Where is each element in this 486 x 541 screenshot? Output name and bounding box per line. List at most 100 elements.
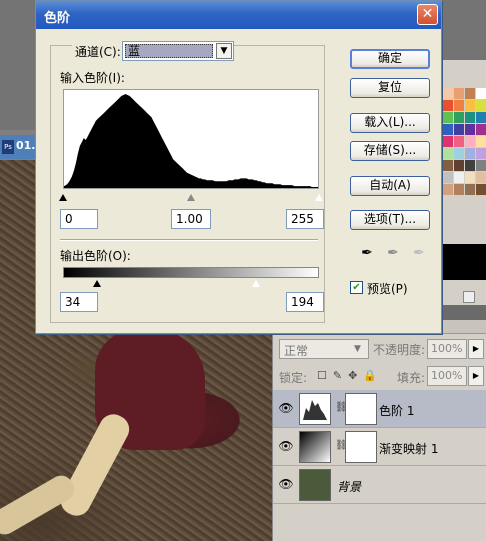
dialog-title-bar[interactable]: 色阶 (36, 1, 441, 29)
swatch[interactable] (465, 160, 475, 171)
ok-button[interactable]: 确定 (350, 49, 430, 69)
swatch[interactable] (443, 172, 453, 183)
layer-row-gradient-map[interactable]: 👁 ⛓ 渐变映射 1 (273, 428, 486, 466)
swatch[interactable] (465, 124, 475, 135)
input-black-field[interactable]: 0 (60, 209, 98, 229)
layer-name: 色阶 1 (379, 404, 415, 418)
swatch[interactable] (454, 184, 464, 195)
input-white-slider-handle[interactable] (315, 194, 323, 201)
options-button[interactable]: 选项(T)... (350, 210, 430, 230)
lock-move-icon[interactable]: ✥ (348, 369, 363, 382)
swatch[interactable] (454, 112, 464, 123)
swatch[interactable] (476, 184, 486, 195)
swatch[interactable] (476, 160, 486, 171)
swatch[interactable] (476, 100, 486, 111)
photoshop-icon: Ps (2, 140, 14, 154)
background-thumb (299, 469, 331, 501)
lock-brush-icon[interactable]: ✎ (333, 369, 348, 382)
input-black-slider-handle[interactable] (59, 194, 67, 201)
swatch[interactable] (476, 124, 486, 135)
load-button[interactable]: 载入(L)... (350, 113, 430, 133)
swatch[interactable] (443, 112, 453, 123)
swatch[interactable] (476, 136, 486, 147)
channel-select[interactable]: 蓝 ▼ (122, 41, 234, 61)
swatch-grid[interactable] (443, 88, 486, 268)
layer-name: 背景 (337, 480, 362, 494)
swatch[interactable] (465, 148, 475, 159)
output-levels-slider[interactable] (63, 280, 319, 290)
swatch[interactable] (465, 88, 475, 99)
swatch[interactable] (454, 124, 464, 135)
eye-icon[interactable]: 👁 (277, 401, 295, 415)
layer-mask-thumb[interactable] (345, 393, 377, 425)
swatch[interactable] (443, 88, 453, 99)
black-eyedropper-icon[interactable]: ✒ (356, 245, 378, 267)
channel-label: 通道(C): (72, 43, 124, 60)
fill-arrow-button[interactable]: ▶ (468, 366, 484, 386)
swatch[interactable] (465, 100, 475, 111)
swatch[interactable] (476, 172, 486, 183)
output-white-slider-handle[interactable] (252, 280, 260, 287)
input-white-field[interactable]: 255 (286, 209, 324, 229)
swatch[interactable] (443, 184, 453, 195)
separator (60, 239, 318, 241)
opacity-arrow-button[interactable]: ▶ (468, 339, 484, 359)
output-black-slider-handle[interactable] (93, 280, 101, 287)
gray-eyedropper-icon[interactable]: ✒ (382, 245, 404, 267)
chevron-down-icon[interactable]: ▼ (216, 43, 232, 59)
blend-mode-select[interactable]: 正常 ▼ (279, 339, 369, 359)
input-gamma-slider-handle[interactable] (187, 194, 195, 201)
layer-row-levels[interactable]: 👁 ⛓ 色阶 1 (273, 390, 486, 428)
input-levels-slider[interactable] (59, 194, 323, 204)
output-black-field[interactable]: 34 (60, 292, 98, 312)
close-icon[interactable]: ✕ (417, 4, 438, 25)
panel-new-icon[interactable] (463, 291, 475, 303)
photo-leg (55, 409, 135, 521)
swatch[interactable] (443, 160, 453, 171)
swatch[interactable] (476, 88, 486, 99)
document-tab[interactable]: Ps 01. (0, 135, 40, 159)
swatch[interactable] (454, 172, 464, 183)
swatch[interactable] (454, 88, 464, 99)
lock-transparent-icon[interactable]: ☐ (317, 369, 333, 382)
swatch[interactable] (454, 136, 464, 147)
swatch[interactable] (443, 124, 453, 135)
gradient-map-icon (299, 431, 331, 463)
swatch[interactable] (465, 172, 475, 183)
swatch[interactable] (465, 184, 475, 195)
fill-field[interactable]: 100% (427, 366, 467, 386)
swatch[interactable] (443, 136, 453, 147)
lock-icons[interactable]: ☐✎✥🔒 (317, 369, 383, 382)
preview-checkbox[interactable]: ✔ (350, 281, 363, 294)
eye-icon[interactable]: 👁 (277, 439, 295, 453)
opacity-field[interactable]: 100% (427, 339, 467, 359)
swatch[interactable] (476, 148, 486, 159)
channel-value: 蓝 (125, 44, 213, 58)
output-levels-label: 输出色阶(O): (60, 249, 131, 263)
auto-button[interactable]: 自动(A) (350, 176, 430, 196)
histogram-shape (64, 94, 318, 188)
histogram (63, 89, 319, 189)
reset-button[interactable]: 复位 (350, 78, 430, 98)
preview-label: 预览(P) (367, 282, 408, 296)
swatch[interactable] (454, 160, 464, 171)
levels-adjustment-icon (299, 393, 331, 425)
swatch[interactable] (465, 136, 475, 147)
input-levels-label: 输入色阶(I): (60, 71, 125, 85)
save-button[interactable]: 存储(S)... (350, 141, 430, 161)
lock-all-icon[interactable]: 🔒 (363, 369, 383, 382)
swatch[interactable] (454, 100, 464, 111)
swatch-black[interactable] (443, 244, 486, 280)
output-white-field[interactable]: 194 (286, 292, 324, 312)
layer-mask-thumb[interactable] (345, 431, 377, 463)
layer-row-background[interactable]: 👁 背景 (273, 466, 486, 504)
eye-icon[interactable]: 👁 (277, 477, 295, 491)
swatch[interactable] (454, 148, 464, 159)
layer-name: 渐变映射 1 (379, 442, 439, 456)
input-gamma-field[interactable]: 1.00 (171, 209, 211, 229)
swatch[interactable] (443, 148, 453, 159)
swatch[interactable] (465, 112, 475, 123)
white-eyedropper-icon[interactable]: ✒ (408, 245, 430, 267)
swatch[interactable] (443, 100, 453, 111)
swatch[interactable] (476, 112, 486, 123)
